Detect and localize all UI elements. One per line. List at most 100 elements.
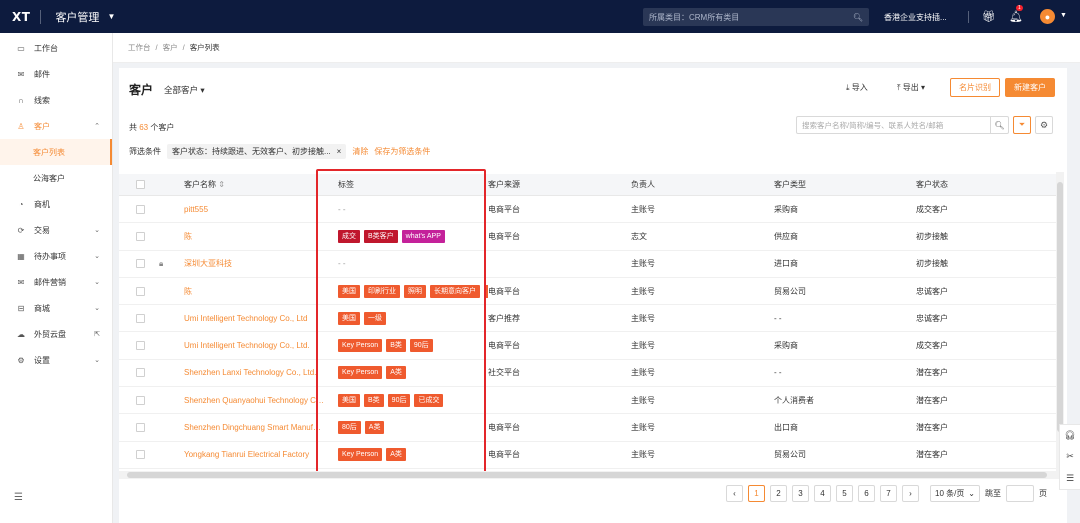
app-logo[interactable]: XT xyxy=(12,10,30,24)
table-row[interactable]: pitt555 - - 电商平台 主账号 采购商 成交客户 xyxy=(119,196,1059,224)
bell-icon[interactable]: 🔔︎ xyxy=(1009,10,1023,23)
new-customer-button[interactable]: 新建客户 xyxy=(1005,78,1055,97)
page-title: 客户 xyxy=(129,83,154,97)
sidebar-item-workbench[interactable]: ▭ 工作台 xyxy=(0,35,112,61)
customer-name-link[interactable]: 深圳大亚科技 xyxy=(184,258,324,269)
filter-chip[interactable]: 客户状态：持续跟进、无效客户、初步接触... × xyxy=(167,144,347,159)
sidebar-item-leads[interactable]: ∩ 线索 xyxy=(0,87,112,113)
breadcrumb-item-current: 客户列表 xyxy=(189,43,220,52)
gear-icon[interactable]: ⚙ xyxy=(1035,116,1053,134)
caret-down-icon[interactable]: ▼ xyxy=(1060,12,1067,19)
page-7-button[interactable]: 7 xyxy=(880,485,897,502)
customer-name-link[interactable]: 陈 xyxy=(184,231,324,242)
table-row[interactable]: 陈美国印刷行业照明长期意向客户北电商平台 主账号 贸易公司 忠诚客户 xyxy=(119,278,1059,306)
global-search[interactable]: 所属类目：CRM所有类目 🔍︎ xyxy=(643,8,869,26)
export-button[interactable]: ⤒ 导出 ▾ xyxy=(897,82,925,93)
business-card-scan-button[interactable]: 名片识别 xyxy=(950,78,1000,97)
customer-name-link[interactable]: Umi Intelligent Technology Co., Ltd xyxy=(184,314,324,323)
type-cell: 出口商 xyxy=(774,423,798,433)
row-checkbox[interactable] xyxy=(136,259,145,269)
sidebar-item-customers[interactable]: ♙ 客户 ⌃ xyxy=(0,113,112,139)
sort-icon[interactable]: ⇕ xyxy=(218,180,225,189)
sidebar-item-transactions[interactable]: ⟳ 交易 ⌄ xyxy=(0,217,112,243)
table-row[interactable]: Shenzhen Lanxi Technology Co., Ltd. Key P… xyxy=(119,360,1059,388)
customer-name-link[interactable]: Shenzhen Lanxi Technology Co., Ltd. xyxy=(184,368,324,377)
customer-search-input[interactable] xyxy=(797,117,990,133)
goto-page-input[interactable] xyxy=(1006,485,1034,502)
filter-icon[interactable]: ⏷ xyxy=(1013,116,1031,134)
sidebar-subitem-customer-list[interactable]: 客户列表 xyxy=(0,139,112,165)
page-2-button[interactable]: 2 xyxy=(770,485,787,502)
select-all-checkbox[interactable] xyxy=(136,180,145,189)
owner-cell: 主账号 xyxy=(631,423,655,433)
clear-filter-link[interactable]: 清除 xyxy=(352,146,368,157)
tag-badge: B类客户 xyxy=(364,229,398,243)
sidebar-item-shop[interactable]: ⊟ 商城 ⌄ xyxy=(0,295,112,321)
horizontal-scrollbar-thumb[interactable] xyxy=(127,472,1047,478)
vertical-scrollbar-thumb[interactable] xyxy=(1057,182,1063,432)
customer-name-link[interactable]: pitt555 xyxy=(184,205,324,214)
table-header: 客户名称 ⇕ 标签 客户来源 负责人 客户类型 客户状态 xyxy=(119,174,1059,196)
page-1-button[interactable]: 1 xyxy=(748,485,765,502)
collapse-menu-icon[interactable]: ☰ xyxy=(14,492,23,503)
top-bar: XT 客户管理 ▼ 所属类目：CRM所有类目 🔍︎ 香港企业支持插... 🎁︎ … xyxy=(0,0,1080,33)
column-header-name[interactable]: 客户名称 ⇕ xyxy=(184,179,328,190)
owner-cell: 主账号 xyxy=(631,204,655,214)
page-4-button[interactable]: 4 xyxy=(814,485,831,502)
row-checkbox[interactable] xyxy=(136,341,145,351)
breadcrumb-item-workbench[interactable]: 工作台 xyxy=(128,42,151,53)
view-selector[interactable]: 全部客户 ▾ xyxy=(164,84,205,96)
row-checkbox[interactable] xyxy=(136,204,145,214)
row-checkbox[interactable] xyxy=(136,368,145,378)
type-cell: 贸易公司 xyxy=(774,286,806,296)
page-size-select[interactable]: 10 条/页 ⌄ xyxy=(930,485,980,502)
row-checkbox[interactable] xyxy=(136,231,145,241)
next-page-button[interactable]: › xyxy=(902,485,919,502)
page-5-button[interactable]: 5 xyxy=(836,485,853,502)
status-cell: 忠诚客户 xyxy=(916,286,948,296)
tools-icon[interactable]: ✂ xyxy=(1066,451,1074,462)
page-3-button[interactable]: 3 xyxy=(792,485,809,502)
sidebar-item-mail[interactable]: ✉ 邮件 xyxy=(0,61,112,87)
search-icon[interactable]: 🔍︎ xyxy=(853,13,863,22)
sidebar-item-settings[interactable]: ⚙ 设置 ⌄ xyxy=(0,347,112,373)
table-row[interactable]: Yongkang Tianrui Electrical Factory Key P… xyxy=(119,442,1059,469)
sidebar-item-opportunities[interactable]: ◔ 商机 xyxy=(0,191,112,217)
table-row[interactable]: Umi Intelligent Technology Co., Ltd. Key … xyxy=(119,332,1059,360)
sidebar-item-mail-marketing[interactable]: ✉ 邮件营销 ⌄ xyxy=(0,269,112,295)
row-checkbox[interactable] xyxy=(136,423,145,433)
search-icon[interactable]: 🔍︎ xyxy=(990,117,1008,133)
customer-name-link[interactable]: 陈 xyxy=(184,286,324,297)
row-checkbox[interactable] xyxy=(136,450,145,460)
horizontal-scrollbar[interactable] xyxy=(119,471,1059,479)
sidebar-item-cloud-drive[interactable]: ☁ 外贸云盘 ⇱ xyxy=(0,321,112,347)
company-name[interactable]: 香港企业支持插... xyxy=(884,12,947,23)
table-row[interactable]: Shenzhen Quanyaohui Technology Co., ... 美… xyxy=(119,387,1059,415)
customer-name-link[interactable]: Shenzhen Dingchuang Smart Manufac... xyxy=(184,423,324,432)
gift-icon[interactable]: 🎁︎ xyxy=(982,10,996,23)
page-6-button[interactable]: 6 xyxy=(858,485,875,502)
sidebar-item-todos[interactable]: ▦ 待办事项 ⌄ xyxy=(0,243,112,269)
save-filter-link[interactable]: 保存为筛选条件 xyxy=(374,146,430,157)
import-button[interactable]: ⤓ 导入 xyxy=(846,82,868,93)
app-switcher[interactable]: 客户管理 ▼ xyxy=(55,9,115,25)
table-row[interactable]: Umi Intelligent Technology Co., Ltd 美国 一级客… xyxy=(119,305,1059,333)
customer-name-link[interactable]: Yongkang Tianrui Electrical Factory xyxy=(184,450,324,459)
table-row[interactable]: 陈 成交 B类客户 what's APP 电商平台 志文 供应商 初步接触 xyxy=(119,223,1059,251)
sidebar-subitem-public-customers[interactable]: 公海客户 xyxy=(0,165,112,191)
list-icon[interactable]: ☰ xyxy=(1066,473,1074,484)
headset-icon[interactable]: 🎧︎ xyxy=(1064,430,1075,441)
row-checkbox[interactable] xyxy=(136,313,145,323)
column-header-type: 客户类型 xyxy=(774,180,806,189)
table-row[interactable]: Shenzhen Dingchuang Smart Manufac... 80后 A… xyxy=(119,414,1059,442)
table-row[interactable]: 🔒︎ 深圳大亚科技 - - 主账号 进口商 初步接触 xyxy=(119,251,1059,278)
customer-name-link[interactable]: Umi Intelligent Technology Co., Ltd. xyxy=(184,341,324,350)
row-checkbox[interactable] xyxy=(136,286,145,296)
avatar[interactable]: ● xyxy=(1040,9,1055,24)
caret-down-icon: ▼ xyxy=(107,12,116,21)
row-checkbox[interactable] xyxy=(136,395,145,405)
close-icon[interactable]: × xyxy=(337,147,342,156)
breadcrumb-item-customers[interactable]: 客户 xyxy=(163,42,178,53)
customer-name-link[interactable]: Shenzhen Quanyaohui Technology Co., ... xyxy=(184,396,324,405)
prev-page-button[interactable]: ‹ xyxy=(726,485,743,502)
